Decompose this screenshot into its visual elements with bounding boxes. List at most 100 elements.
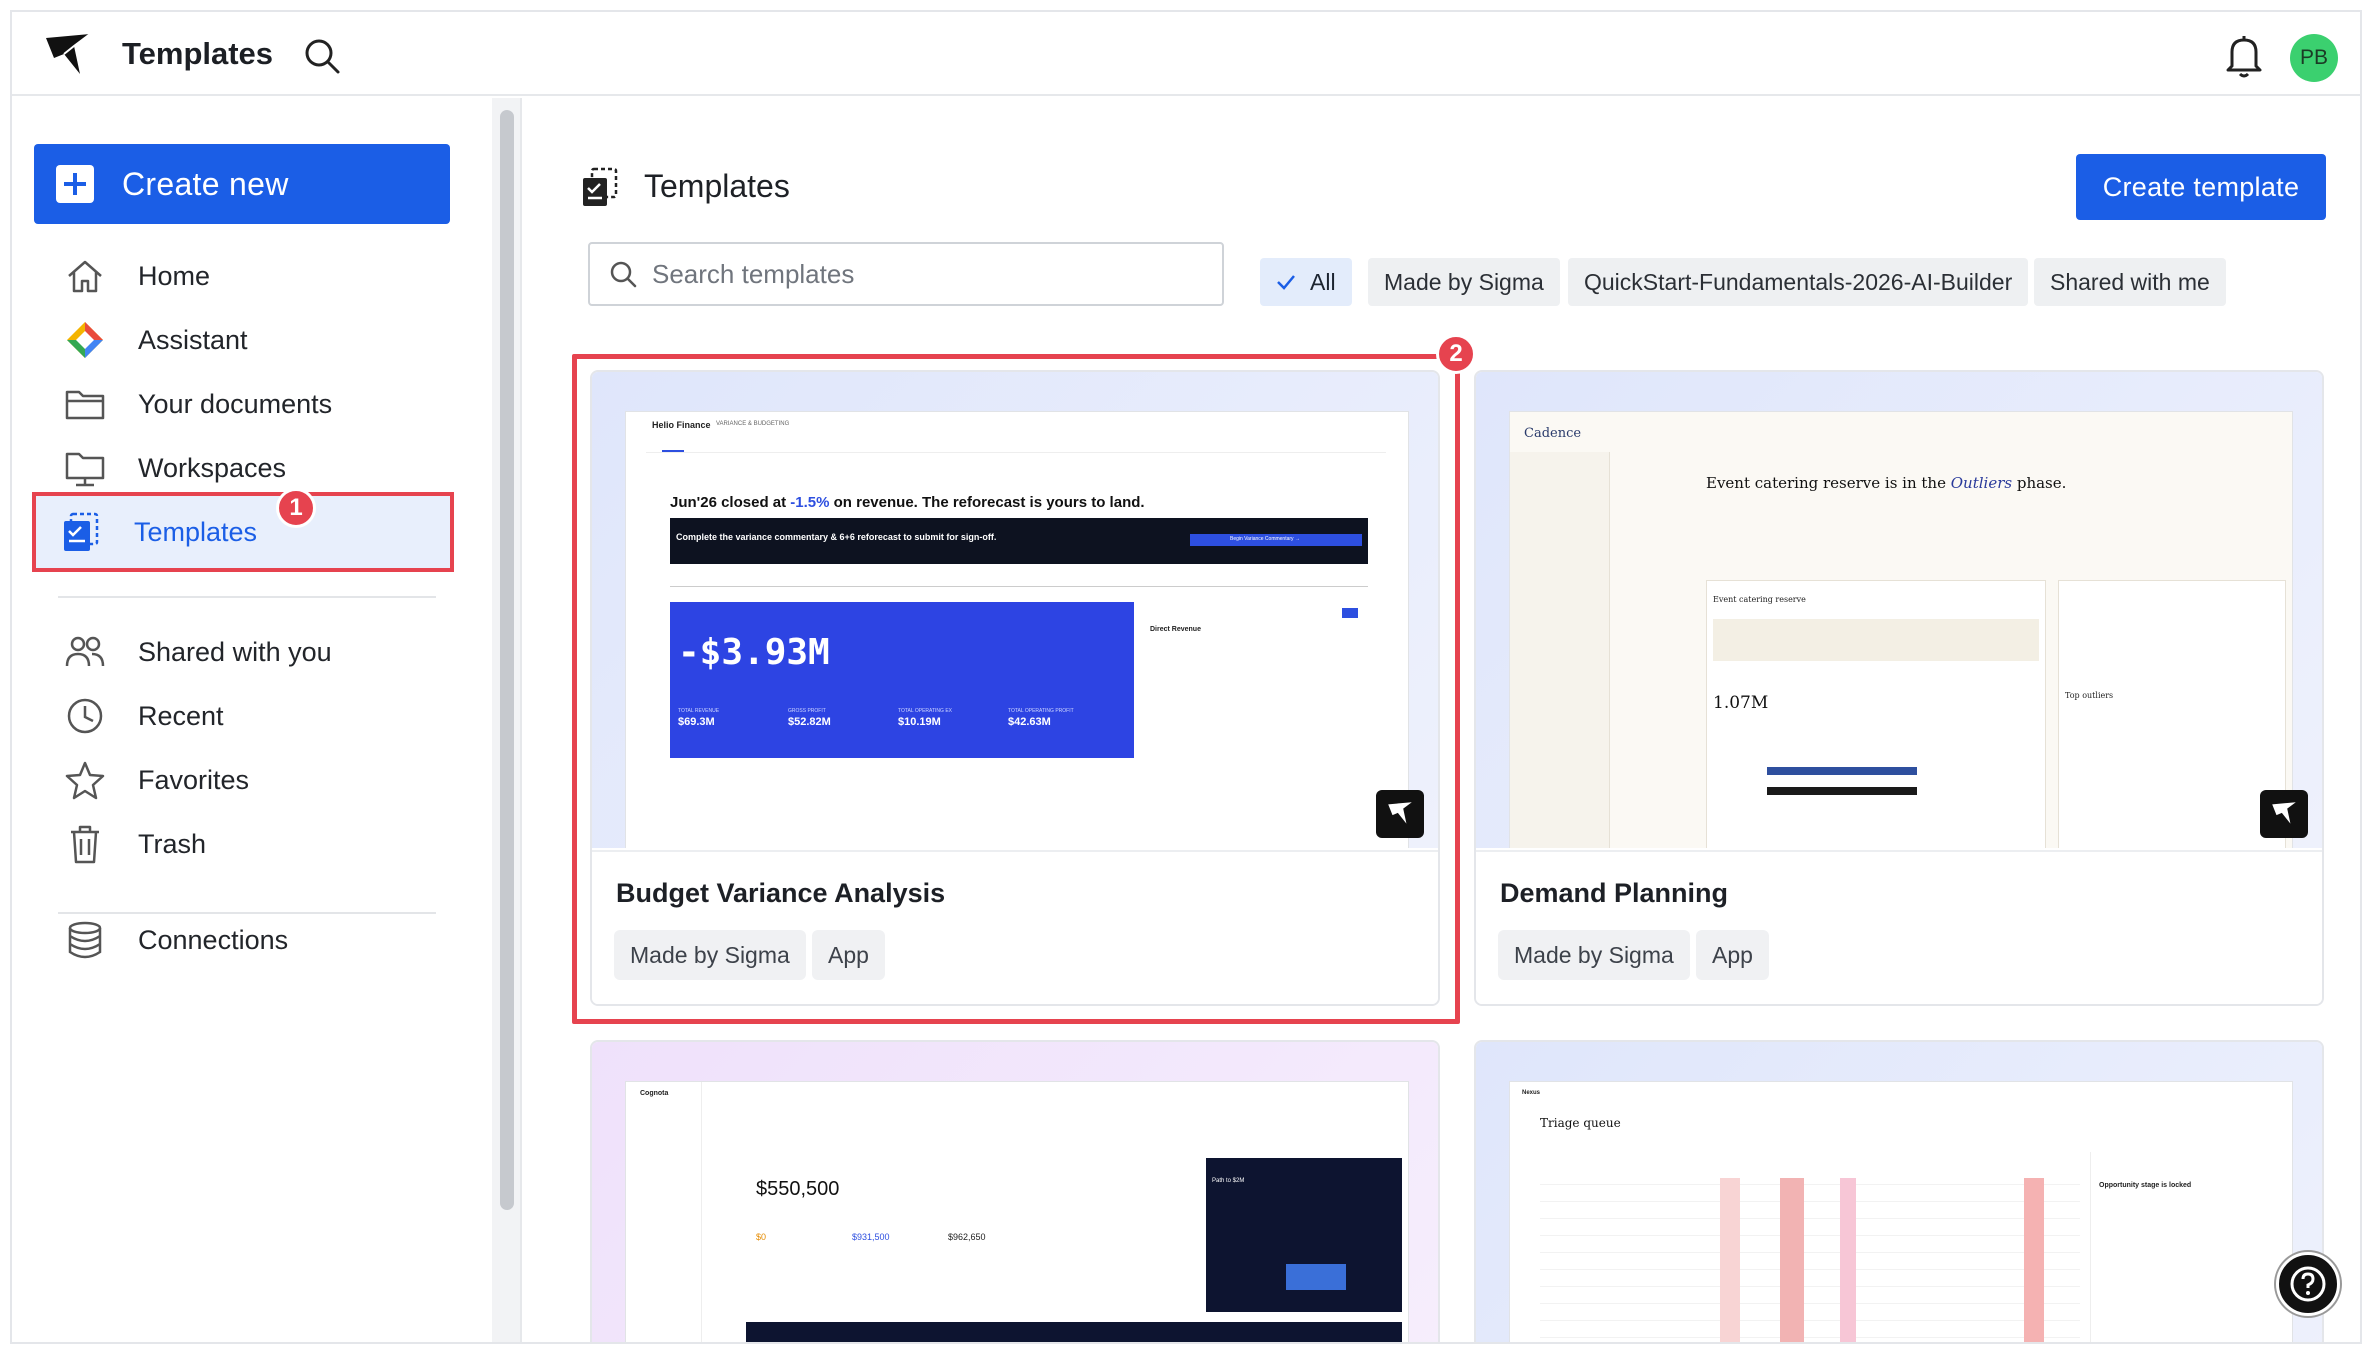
filter-chip-label: Shared with me	[2050, 268, 2210, 295]
filter-chip-quickstart[interactable]: QuickStart-Fundamentals-2026-AI-Builder	[1568, 258, 2029, 306]
sidebar-item-label: Assistant	[138, 324, 248, 355]
filter-chip-all[interactable]: All	[1260, 258, 1352, 306]
templates-icon	[583, 167, 618, 206]
callout-badge-1: 1	[276, 488, 316, 528]
thumb-brand: Cadence	[1524, 426, 1582, 441]
thumb-brand: Nexus	[1522, 1090, 1541, 1096]
thumb-action-button: Begin Variance Commentary →	[1190, 534, 1362, 546]
thumb-hero-panel: -$3.93M TOTAL REVENUE $69.3M GROSS PROFI…	[670, 602, 1134, 758]
user-avatar[interactable]: PB	[2290, 34, 2338, 82]
thumb-metric: 1.07M	[1713, 693, 1769, 713]
clock-icon	[62, 693, 108, 739]
filter-chip-made-by-sigma[interactable]: Made by Sigma	[1368, 258, 1560, 306]
sidebar-item-label: Recent	[138, 700, 224, 731]
create-template-button[interactable]: Create template	[2076, 154, 2326, 220]
thumb-dark-panel: Path to $2M	[1206, 1158, 1402, 1312]
template-card-footer: Demand Planning Made by Sigma App	[1476, 850, 2322, 1004]
thumb-brand: Helio Finance	[652, 420, 711, 430]
search-templates-input[interactable]	[652, 258, 1212, 290]
template-card-pipeline[interactable]: Cognota $550,500 $0 $931,500 $962,650 Pa…	[590, 1040, 1440, 1342]
sidebar-item-label: Favorites	[138, 764, 250, 795]
thumb-kpi-label: TOTAL OPERATING EX	[898, 708, 952, 714]
thumb-panel-bar	[1286, 1264, 1346, 1290]
thumb-headline-pre: Jun'26 closed at	[670, 494, 791, 511]
template-thumbnail: Helio Finance VARIANCE & BUDGETING Jun'2…	[592, 372, 1438, 848]
template-thumbnail: Cognota $550,500 $0 $931,500 $962,650 Pa…	[592, 1042, 1438, 1342]
thumb-side-title: Top outliers	[2065, 691, 2114, 700]
template-card-title: Budget Variance Analysis	[616, 878, 946, 908]
thumb-action-text: Complete the variance commentary & 6+6 r…	[676, 532, 997, 542]
thumb-sub-value: $931,500	[852, 1232, 890, 1242]
sigma-logo-icon[interactable]	[40, 28, 96, 84]
thumb-kpi-label: GROSS PROFIT	[788, 708, 826, 714]
tag-app: App	[812, 930, 885, 980]
bell-icon[interactable]	[2220, 30, 2268, 80]
sidebar-item-label: Trash	[138, 828, 207, 859]
workspace-icon	[62, 445, 108, 491]
thumb-col-pink	[1720, 1178, 1740, 1342]
sidebar-item-your-documents[interactable]: Your documents	[34, 368, 450, 440]
sidebar-item-assistant[interactable]: Assistant	[34, 304, 450, 376]
sidebar-item-shared-with-you[interactable]: Shared with you	[34, 616, 450, 688]
sidebar-item-label: Shared with you	[138, 636, 332, 667]
search-templates-field[interactable]	[588, 242, 1224, 306]
thumb-bar-black	[1767, 787, 1917, 795]
sidebar-item-trash[interactable]: Trash	[34, 808, 450, 880]
thumb-kpi-label: TOTAL REVENUE	[678, 708, 720, 714]
sidebar-item-recent[interactable]: Recent	[34, 680, 450, 752]
sidebar-scrollbar[interactable]	[492, 98, 522, 1342]
thumb-bottom-bar	[746, 1322, 1402, 1342]
template-card-triage[interactable]: Nexus Triage queue Opportunity stage is …	[1474, 1040, 2324, 1342]
filter-chip-label: Made by Sigma	[1384, 268, 1544, 295]
thumb-kpi-value: $69.3M	[678, 716, 715, 728]
check-icon	[1277, 275, 1295, 290]
thumb-value: $550,500	[756, 1178, 840, 1200]
trash-icon	[62, 821, 108, 867]
top-bar: Templates PB	[12, 12, 2360, 96]
plus-icon	[56, 165, 94, 203]
thumb-kpi-value: $52.82M	[788, 716, 831, 728]
thumb-headline-post: on revenue. The reforecast is yours to l…	[829, 494, 1145, 511]
filter-chip-shared-with-me[interactable]: Shared with me	[2034, 258, 2226, 306]
thumb-detail-panel: Opportunity stage is locked	[2090, 1152, 2290, 1342]
thumb-big-value: -$3.93M	[678, 632, 830, 673]
sidebar-item-templates[interactable]: Templates	[32, 492, 454, 572]
thumb-headline-pre: Event catering reserve is in the	[1706, 474, 1951, 492]
sidebar-item-label: Workspaces	[138, 452, 287, 483]
create-new-label: Create new	[122, 165, 289, 202]
tag-made-by-sigma: Made by Sigma	[614, 930, 806, 980]
thumb-side-label: Direct Revenue	[1150, 626, 1201, 633]
templates-icon	[58, 509, 104, 555]
thumbnail-screen: Nexus Triage queue Opportunity stage is …	[1510, 1082, 2292, 1342]
thumb-headline-post: phase.	[2012, 474, 2067, 492]
template-thumbnail: Cadence Event catering reserve is in the…	[1476, 372, 2322, 848]
sidebar-item-label: Home	[138, 260, 211, 291]
database-icon	[62, 917, 108, 963]
template-card-budget-variance[interactable]: Helio Finance VARIANCE & BUDGETING Jun'2…	[590, 370, 1440, 1006]
thumbnail-screen: Cadence Event catering reserve is in the…	[1510, 412, 2292, 848]
thumbnail-screen: Helio Finance VARIANCE & BUDGETING Jun'2…	[626, 412, 1408, 848]
thumb-panel: Event catering reserve 1.07M	[1706, 580, 2046, 848]
callout-badge-2: 2	[1436, 334, 1476, 374]
folder-icon	[62, 381, 108, 427]
thumb-bar-blue	[1767, 767, 1917, 775]
search-icon[interactable]	[300, 34, 344, 78]
sidebar-item-connections[interactable]: Connections	[34, 904, 450, 976]
thumb-panel-title: Path to $2M	[1212, 1178, 1245, 1184]
app-title: Templates	[122, 36, 274, 71]
thumb-table	[1540, 1168, 2080, 1342]
assistant-icon	[62, 317, 108, 363]
sidebar-scrollbar-thumb[interactable]	[500, 110, 514, 1210]
thumb-kpi-value: $42.63M	[1008, 716, 1051, 728]
template-card-demand-planning[interactable]: Cadence Event catering reserve is in the…	[1474, 370, 2324, 1006]
thumb-sub-value: $0	[756, 1232, 767, 1242]
template-card-footer: Budget Variance Analysis Made by Sigma A…	[592, 850, 1438, 1004]
sidebar-item-home[interactable]: Home	[34, 240, 450, 312]
thumb-kpi-value: $10.19M	[898, 716, 941, 728]
template-card-title: Demand Planning	[1500, 878, 1729, 908]
sidebar-item-favorites[interactable]: Favorites	[34, 744, 450, 816]
template-thumbnail: Nexus Triage queue Opportunity stage is …	[1476, 1042, 2322, 1342]
thumb-right-panel: Top outliers	[2058, 580, 2286, 848]
help-button[interactable]	[2276, 1252, 2340, 1316]
create-new-button[interactable]: Create new	[34, 144, 450, 224]
